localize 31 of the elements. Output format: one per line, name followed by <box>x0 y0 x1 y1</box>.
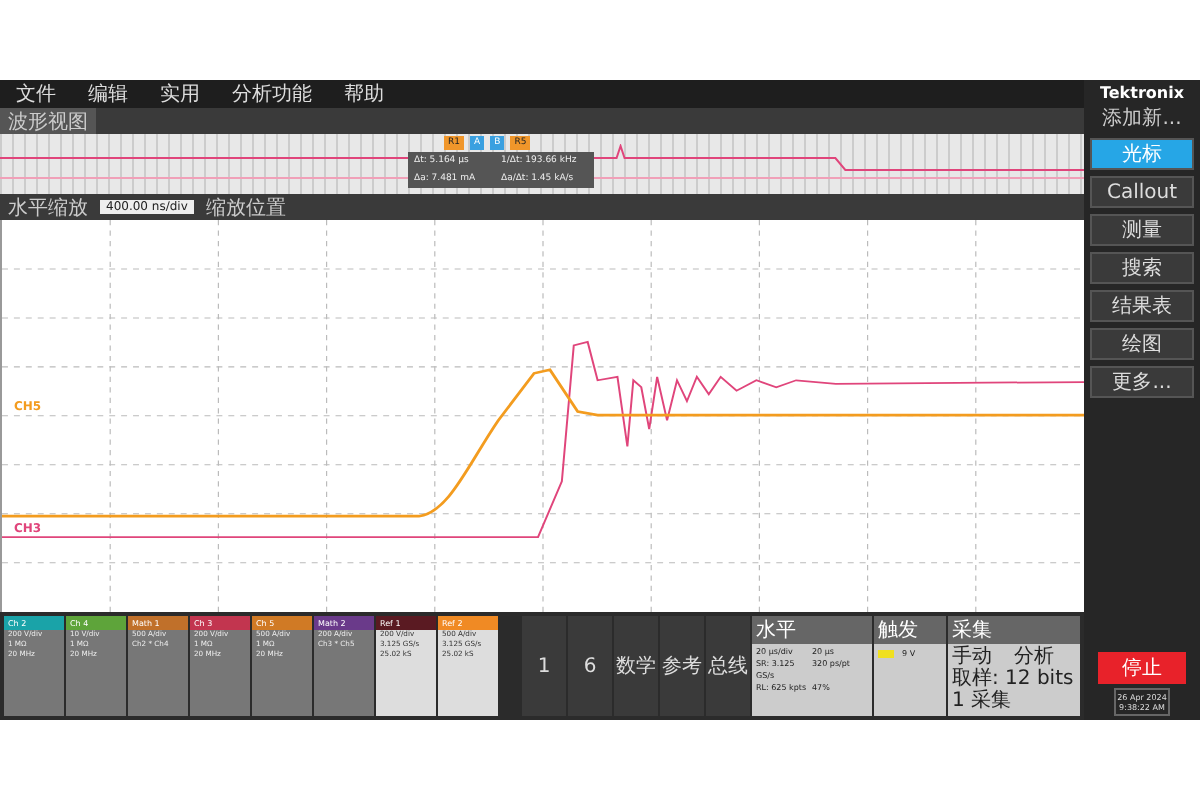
add-button[interactable]: 6 <box>568 616 612 716</box>
view-title: 波形视图 <box>8 109 88 135</box>
add-menu-button[interactable]: Callout <box>1090 176 1194 208</box>
menu-item[interactable]: 分析功能 <box>232 80 312 108</box>
menu-item[interactable]: 帮助 <box>344 80 384 108</box>
panel-title: 添加新... <box>1102 105 1182 132</box>
acquisition-setting: 分析 <box>1014 646 1056 668</box>
acquisition-setting: 取样: 12 bits <box>952 668 1076 690</box>
menu-item[interactable]: 文件 <box>16 80 56 108</box>
add-button[interactable]: 参考 <box>660 616 704 716</box>
acquisition-panel[interactable]: 采集 手动 分析 取样: 12 bits 1 采集 <box>948 616 1080 716</box>
add-button[interactable]: 数学 <box>614 616 658 716</box>
add-button[interactable]: 总线 <box>706 616 750 716</box>
menu-item[interactable]: 实用 <box>160 80 200 108</box>
zoom-label: 缩放位置 <box>205 195 286 221</box>
panel-title: 水平 <box>752 616 872 644</box>
acquisition-setting: 1 采集 <box>952 690 1014 712</box>
add-menu-button[interactable]: 更多... <box>1090 366 1194 398</box>
add-menu-button[interactable]: 测量 <box>1090 214 1194 246</box>
add-menu-button[interactable]: 搜索 <box>1090 252 1194 284</box>
menu-item[interactable]: 编辑 <box>88 80 128 108</box>
panel-title: 触发 <box>874 616 946 644</box>
add-button[interactable]: 1 <box>522 616 566 716</box>
acquisition-setting: 手动 <box>952 646 994 668</box>
zoom-label: 水平缩放 <box>8 195 88 221</box>
add-menu-button[interactable]: 结果表 <box>1090 290 1194 322</box>
panel-title: 采集 <box>948 616 1080 644</box>
add-menu-button[interactable]: 绘图 <box>1090 328 1194 360</box>
trigger-source-icon <box>878 649 894 657</box>
brand-logo: Tektronix <box>1099 84 1184 102</box>
run-stop-button[interactable]: 停止 <box>1098 652 1186 684</box>
